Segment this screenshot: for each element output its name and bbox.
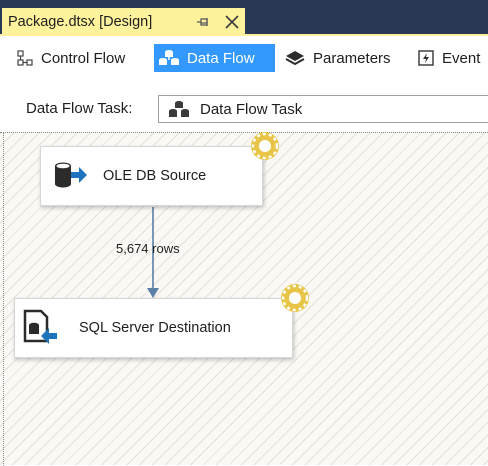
task-selector-row: Data Flow Task: Data Flow Task <box>0 82 488 132</box>
document-tab[interactable]: Package.dtsx [Design] <box>2 8 245 36</box>
validation-gear-icon <box>281 284 309 312</box>
ole-db-source-component[interactable]: OLE DB Source <box>40 146 263 206</box>
control-flow-icon <box>17 50 33 66</box>
parameters-icon <box>285 51 305 66</box>
data-flow-task-icon <box>169 101 189 117</box>
tab-label: Parameters <box>313 49 391 67</box>
document-tab-strip: Package.dtsx [Design] <box>0 0 488 36</box>
close-icon[interactable] <box>223 13 241 31</box>
task-selector-dropdown[interactable]: Data Flow Task <box>158 95 488 123</box>
tab-label: Event <box>442 49 481 67</box>
task-selector-label: Data Flow Task: <box>26 100 133 117</box>
document-tab-title: Package.dtsx [Design] <box>8 14 153 30</box>
path-row-count: 5,674 rows <box>116 241 180 256</box>
tab-event-handlers[interactable]: Event <box>417 44 488 72</box>
node-label: OLE DB Source <box>103 168 207 184</box>
data-flow-icon <box>159 50 179 65</box>
validation-gear-icon <box>251 132 279 160</box>
event-handlers-icon <box>418 50 434 66</box>
sql-server-destination-icon <box>23 309 57 344</box>
tab-data-flow[interactable]: Data Flow <box>154 44 275 72</box>
data-flow-design-surface[interactable]: 5,674 rows OLE DB Source SQL Server Dest… <box>0 132 488 466</box>
tab-control-flow[interactable]: Control Flow <box>14 44 144 72</box>
node-label: SQL Server Destination <box>79 320 231 336</box>
sql-server-destination-component[interactable]: SQL Server Destination <box>14 298 293 358</box>
tab-label: Control Flow <box>41 49 126 67</box>
pin-icon[interactable] <box>195 14 211 30</box>
designer-tab-bar: Control Flow Data Flow Parameters Event <box>0 36 488 82</box>
tab-label: Data Flow <box>187 49 255 67</box>
task-selector-value: Data Flow Task <box>200 100 303 118</box>
ole-db-source-icon <box>55 162 87 188</box>
tab-parameters[interactable]: Parameters <box>284 44 402 72</box>
